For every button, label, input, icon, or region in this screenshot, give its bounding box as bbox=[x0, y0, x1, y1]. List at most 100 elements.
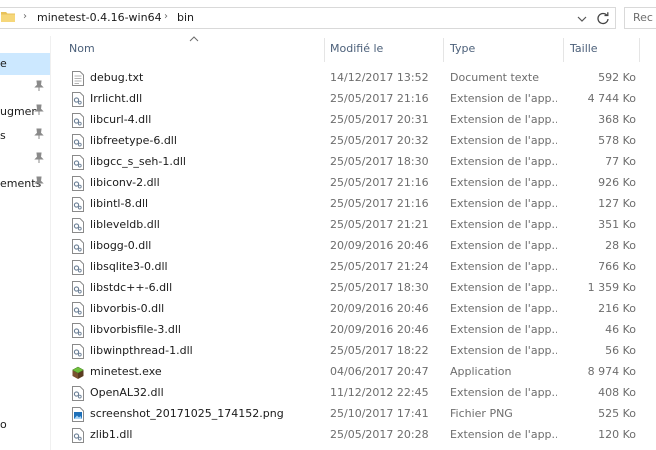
refresh-icon[interactable] bbox=[596, 11, 610, 25]
file-row[interactable]: libsqlite3-0.dll 25/05/2017 21:24 Extensio… bbox=[51, 257, 656, 278]
file-name[interactable]: Irrlicht.dll bbox=[90, 92, 142, 105]
column-divider[interactable] bbox=[639, 38, 640, 62]
column-divider[interactable] bbox=[563, 38, 564, 62]
file-name[interactable]: libogg-0.dll bbox=[90, 239, 151, 252]
breadcrumb-item-minetest[interactable]: minetest-0.4.16-win64 bbox=[37, 11, 162, 24]
file-type: Extension de l'app... bbox=[450, 302, 557, 315]
nav-item-pinned-2[interactable] bbox=[0, 149, 50, 171]
png-file-icon bbox=[72, 407, 84, 422]
file-modified: 20/09/2016 20:46 bbox=[330, 302, 429, 315]
file-row[interactable]: Irrlicht.dll 25/05/2017 21:16 Extension de… bbox=[51, 89, 656, 110]
file-name[interactable]: libfreetype-6.dll bbox=[90, 134, 177, 147]
file-modified: 20/09/2016 20:46 bbox=[330, 239, 429, 252]
file-row[interactable]: libogg-0.dll 20/09/2016 20:46 Extension de… bbox=[51, 236, 656, 257]
file-row[interactable]: libfreetype-6.dll 25/05/2017 20:32 Extensi… bbox=[51, 131, 656, 152]
file-modified: 25/05/2017 18:30 bbox=[330, 155, 429, 168]
column-divider[interactable] bbox=[443, 38, 444, 62]
file-row[interactable]: libcurl-4.dll 25/05/2017 20:31 Extension d… bbox=[51, 110, 656, 131]
nav-item-label: s bbox=[0, 129, 6, 142]
nav-item-quick-access[interactable]: e bbox=[0, 53, 50, 75]
file-type: Extension de l'app... bbox=[450, 323, 557, 336]
file-row[interactable]: libstdc++-6.dll 25/05/2017 18:30 Extension… bbox=[51, 278, 656, 299]
file-modified: 25/05/2017 18:22 bbox=[330, 344, 429, 357]
file-name[interactable]: minetest.exe bbox=[90, 365, 162, 378]
file-type: Extension de l'app... bbox=[450, 428, 557, 441]
file-modified: 25/05/2017 18:30 bbox=[330, 281, 429, 294]
nav-item-label: o bbox=[0, 418, 7, 431]
file-modified: 25/05/2017 21:24 bbox=[330, 260, 429, 273]
file-row[interactable]: libleveldb.dll 25/05/2017 21:21 Extension … bbox=[51, 215, 656, 236]
column-header-modified[interactable]: Modifié le bbox=[330, 42, 383, 55]
pin-icon bbox=[34, 128, 44, 139]
file-type: Extension de l'app... bbox=[450, 134, 557, 147]
nav-item-label: e bbox=[0, 57, 7, 70]
file-type: Extension de l'app... bbox=[450, 92, 557, 105]
dll-file-icon bbox=[72, 260, 84, 275]
file-name[interactable]: libwinpthread-1.dll bbox=[90, 344, 193, 357]
file-size: 592 Ko bbox=[598, 71, 636, 84]
file-type: Extension de l'app... bbox=[450, 155, 557, 168]
file-row[interactable]: libvorbisfile-3.dll 20/09/2016 20:46 Exten… bbox=[51, 320, 656, 341]
file-size: 578 Ko bbox=[598, 134, 636, 147]
file-size: 408 Ko bbox=[598, 386, 636, 399]
file-name[interactable]: screenshot_20171025_174152.png bbox=[90, 407, 284, 420]
file-type: Extension de l'app... bbox=[450, 239, 557, 252]
file-modified: 25/05/2017 20:28 bbox=[330, 428, 429, 441]
breadcrumb-item-bin[interactable]: bin bbox=[177, 11, 194, 24]
dll-file-icon bbox=[72, 134, 84, 149]
file-row[interactable]: OpenAL32.dll 11/12/2012 22:45 Extension de… bbox=[51, 383, 656, 404]
column-divider[interactable] bbox=[324, 38, 325, 62]
file-row[interactable]: libintl-8.dll 25/05/2017 21:16 Extension d… bbox=[51, 194, 656, 215]
nav-item-bottom[interactable]: o bbox=[0, 414, 50, 436]
file-modified: 25/05/2017 21:16 bbox=[330, 176, 429, 189]
file-row[interactable]: debug.txt 14/12/2017 13:52 Document texte 5… bbox=[51, 68, 656, 89]
address-bar: › minetest-0.4.16-win64 › bin Rec bbox=[0, 0, 656, 36]
search-placeholder: Rec bbox=[633, 11, 653, 24]
file-row[interactable]: zlib1.dll 25/05/2017 20:28 Extension de l'… bbox=[51, 425, 656, 446]
nav-item-pictures[interactable]: s bbox=[0, 125, 50, 147]
file-name[interactable]: libleveldb.dll bbox=[90, 218, 160, 231]
file-modified: 25/05/2017 21:21 bbox=[330, 218, 429, 231]
nav-item-pinned[interactable] bbox=[0, 77, 50, 99]
file-name[interactable]: libgcc_s_seh-1.dll bbox=[90, 155, 186, 168]
column-header-size[interactable]: Taille bbox=[570, 42, 598, 55]
file-name[interactable]: libvorbisfile-3.dll bbox=[90, 323, 181, 336]
file-row[interactable]: libgcc_s_seh-1.dll 25/05/2017 18:30 Extens… bbox=[51, 152, 656, 173]
nav-item-downloads[interactable]: ements bbox=[0, 173, 50, 195]
file-modified: 04/06/2017 20:47 bbox=[330, 365, 429, 378]
file-row[interactable]: libiconv-2.dll 25/05/2017 21:16 Extension … bbox=[51, 173, 656, 194]
file-modified: 20/09/2016 20:46 bbox=[330, 323, 429, 336]
file-type: Application bbox=[450, 365, 512, 378]
file-name[interactable]: OpenAL32.dll bbox=[90, 386, 164, 399]
file-row[interactable]: screenshot_20171025_174152.png 25/10/2017… bbox=[51, 404, 656, 425]
file-name[interactable]: zlib1.dll bbox=[90, 428, 132, 441]
chevron-down-icon[interactable] bbox=[577, 15, 587, 23]
dll-file-icon bbox=[72, 323, 84, 338]
column-header-name[interactable]: Nom bbox=[69, 42, 95, 55]
file-name[interactable]: libsqlite3-0.dll bbox=[90, 260, 168, 273]
file-modified: 25/05/2017 20:31 bbox=[330, 113, 429, 126]
nav-item-documents[interactable]: ugmer bbox=[0, 101, 50, 123]
pin-icon bbox=[34, 176, 44, 187]
file-row[interactable]: libvorbis-0.dll 20/09/2016 20:46 Extension… bbox=[51, 299, 656, 320]
file-size: 46 Ko bbox=[605, 323, 636, 336]
file-name[interactable]: libcurl-4.dll bbox=[90, 113, 151, 126]
file-size: 127 Ko bbox=[598, 197, 636, 210]
breadcrumb[interactable]: › minetest-0.4.16-win64 › bin bbox=[0, 7, 616, 29]
search-input[interactable]: Rec bbox=[624, 7, 656, 29]
file-name[interactable]: libiconv-2.dll bbox=[90, 176, 160, 189]
column-header-type[interactable]: Type bbox=[450, 42, 475, 55]
file-row[interactable]: libwinpthread-1.dll 25/05/2017 18:22 Exten… bbox=[51, 341, 656, 362]
file-type: Extension de l'app... bbox=[450, 197, 557, 210]
breadcrumb-separator-icon[interactable]: › bbox=[164, 11, 168, 22]
file-modified: 25/05/2017 21:16 bbox=[330, 92, 429, 105]
file-row[interactable]: minetest.exe 04/06/2017 20:47 Application 8… bbox=[51, 362, 656, 383]
file-name[interactable]: debug.txt bbox=[90, 71, 143, 84]
file-type: Extension de l'app... bbox=[450, 176, 557, 189]
file-name[interactable]: libintl-8.dll bbox=[90, 197, 148, 210]
dll-file-icon bbox=[72, 344, 84, 359]
file-name[interactable]: libvorbis-0.dll bbox=[90, 302, 164, 315]
navigation-pane: e ugmer s ements o bbox=[0, 36, 50, 450]
breadcrumb-separator-icon[interactable]: › bbox=[23, 11, 27, 22]
file-name[interactable]: libstdc++-6.dll bbox=[90, 281, 172, 294]
